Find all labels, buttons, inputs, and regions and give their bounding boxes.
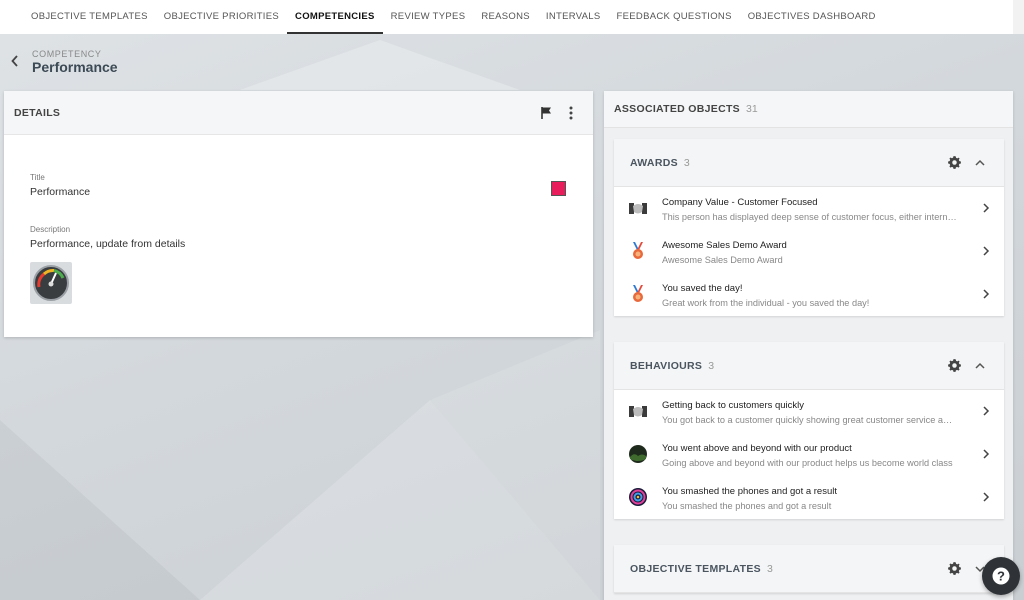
- item-subtitle: You got back to a customer quickly showi…: [662, 415, 957, 425]
- section-title: BEHAVIOURS: [630, 359, 703, 372]
- gauge-icon: [30, 262, 72, 304]
- title-value: Performance: [30, 186, 91, 198]
- top-tab-bar: OBJECTIVE TEMPLATES OBJECTIVE PRIORITIES…: [0, 0, 1013, 34]
- gear-icon[interactable]: [947, 358, 962, 373]
- item-subtitle: You smashed the phones and got a result: [662, 501, 832, 511]
- tab-review-types[interactable]: REVIEW TYPES: [383, 0, 474, 34]
- target-icon: [629, 488, 647, 506]
- awards-section-header[interactable]: AWARDS 3: [614, 139, 1004, 187]
- item-title: Company Value - Customer Focused: [662, 197, 818, 208]
- tab-competencies[interactable]: COMPETENCIES: [287, 0, 383, 34]
- tab-objective-templates[interactable]: OBJECTIVE TEMPLATES: [23, 0, 156, 34]
- landscape-icon: [629, 445, 647, 463]
- chevron-left-icon[interactable]: [9, 53, 21, 69]
- tab-objective-priorities[interactable]: OBJECTIVE PRIORITIES: [156, 0, 287, 34]
- details-card-header: DETAILS: [4, 91, 593, 135]
- handshake-icon: [629, 406, 647, 417]
- list-item[interactable]: Awesome Sales Demo Award Awesome Sales D…: [614, 230, 1004, 273]
- section-title: OBJECTIVE TEMPLATES: [630, 562, 761, 575]
- page-title: Performance: [32, 59, 118, 75]
- section-title: AWARDS: [630, 156, 678, 169]
- list-item[interactable]: Company Value - Customer Focused This pe…: [614, 187, 1004, 230]
- list-item[interactable]: You saved the day! Great work from the i…: [614, 273, 1004, 316]
- gear-icon[interactable]: [947, 155, 962, 170]
- gear-icon[interactable]: [947, 561, 962, 576]
- item-title: You went above and beyond with our produ…: [662, 443, 852, 454]
- flag-icon[interactable]: [540, 106, 553, 120]
- section-count: 3: [766, 562, 773, 575]
- associated-objects-header: ASSOCIATED OBJECTS 31: [604, 91, 1013, 128]
- help-icon: ?: [992, 567, 1010, 585]
- chevron-up-icon[interactable]: [974, 157, 986, 169]
- medal-icon: [633, 242, 643, 259]
- item-title: Awesome Sales Demo Award: [662, 240, 787, 251]
- item-title: Getting back to customers quickly: [662, 400, 805, 411]
- awards-section: AWARDS 3 Company Value - Customer Focuse…: [614, 139, 1004, 316]
- associated-objects-count: 31: [745, 103, 758, 115]
- item-subtitle: Going above and beyond with our product …: [662, 458, 953, 468]
- item-title: You smashed the phones and got a result: [662, 486, 837, 497]
- chevron-right-icon: [983, 246, 990, 256]
- tab-feedback-questions[interactable]: FEEDBACK QUESTIONS: [609, 0, 740, 34]
- item-subtitle: Awesome Sales Demo Award: [662, 255, 783, 265]
- section-count: 3: [683, 156, 690, 169]
- list-item[interactable]: Getting back to customers quickly You go…: [614, 390, 1004, 433]
- item-subtitle: This person has displayed deep sense of …: [662, 212, 957, 222]
- help-button[interactable]: ?: [982, 557, 1020, 595]
- chevron-up-icon[interactable]: [974, 360, 986, 372]
- svg-text:?: ?: [997, 569, 1005, 584]
- behaviours-section: BEHAVIOURS 3 Getting back to customers q…: [614, 342, 1004, 519]
- objective-templates-section: OBJECTIVE TEMPLATES 3: [614, 545, 1004, 593]
- tab-objectives-dashboard[interactable]: OBJECTIVES DASHBOARD: [740, 0, 884, 34]
- color-swatch[interactable]: [551, 181, 566, 196]
- chevron-right-icon: [983, 406, 990, 416]
- scrollbar-track: [1013, 0, 1024, 34]
- list-item[interactable]: You smashed the phones and got a result …: [614, 476, 1004, 519]
- description-label: Description: [30, 225, 71, 234]
- page-overline: COMPETENCY: [32, 49, 102, 59]
- associated-objects-heading: ASSOCIATED OBJECTS: [614, 103, 740, 115]
- section-count: 3: [708, 359, 715, 372]
- item-title: You saved the day!: [662, 283, 743, 294]
- description-value: Performance, update from details: [30, 238, 186, 250]
- title-label: Title: [30, 173, 45, 182]
- chevron-right-icon: [983, 203, 990, 213]
- item-subtitle: Great work from the individual - you sav…: [662, 298, 870, 308]
- tab-intervals[interactable]: INTERVALS: [538, 0, 609, 34]
- tab-reasons[interactable]: REASONS: [473, 0, 538, 34]
- chevron-right-icon: [983, 492, 990, 502]
- associated-objects-panel: ASSOCIATED OBJECTS 31 AWARDS 3 Company V…: [604, 91, 1013, 600]
- handshake-icon: [629, 203, 647, 214]
- more-vertical-icon[interactable]: [566, 105, 576, 121]
- details-heading: DETAILS: [14, 106, 61, 119]
- chevron-right-icon: [983, 449, 990, 459]
- details-card: DETAILS Title Performance Description Pe…: [4, 91, 593, 337]
- chevron-right-icon: [983, 289, 990, 299]
- behaviours-section-header[interactable]: BEHAVIOURS 3: [614, 342, 1004, 390]
- objective-templates-section-header[interactable]: OBJECTIVE TEMPLATES 3: [614, 545, 1004, 593]
- medal-icon: [633, 285, 643, 302]
- list-item[interactable]: You went above and beyond with our produ…: [614, 433, 1004, 476]
